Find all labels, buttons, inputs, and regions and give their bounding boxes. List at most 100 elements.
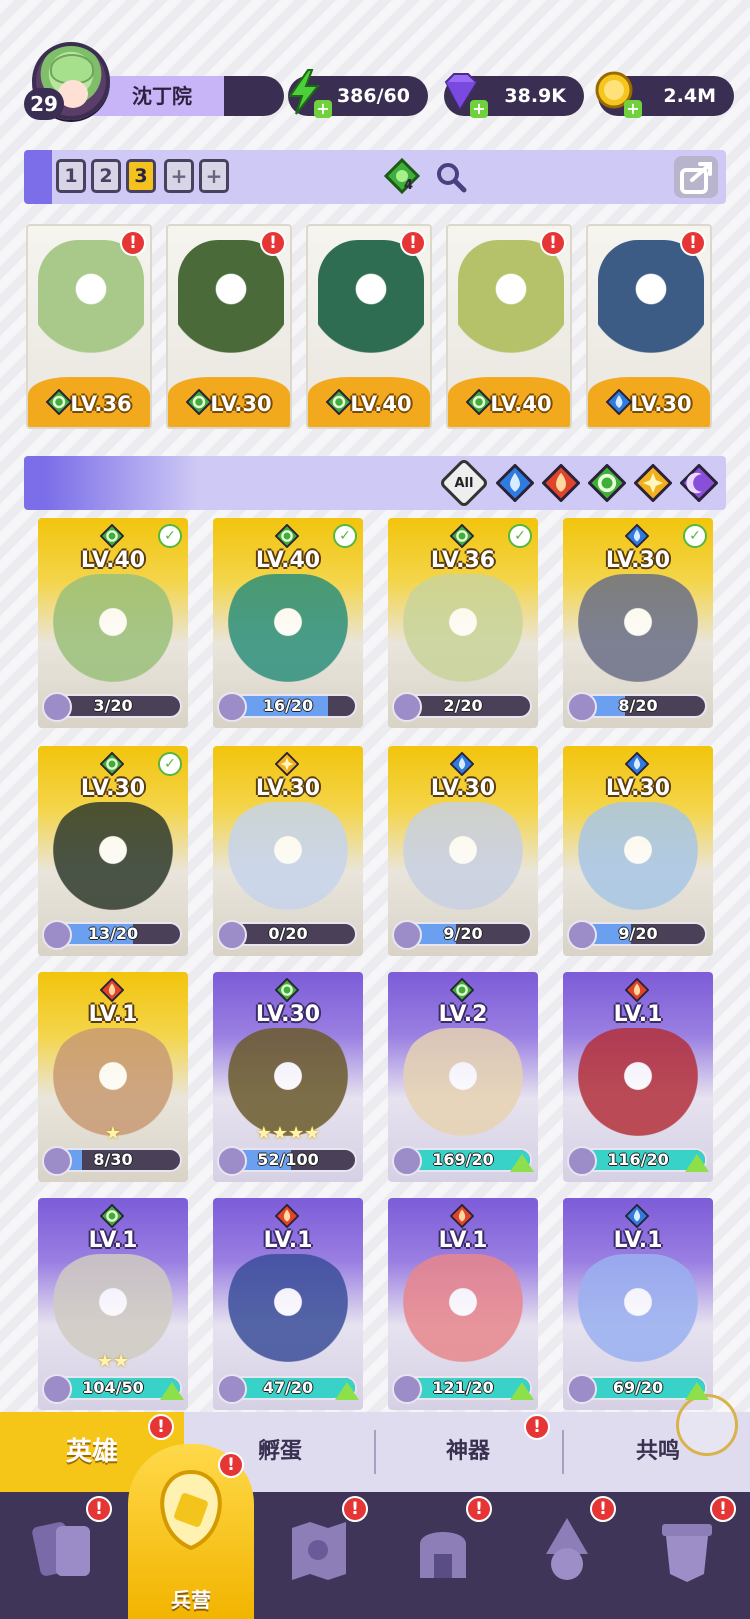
gem-counter[interactable]: + 38.9K bbox=[444, 73, 584, 118]
team-hero-slot[interactable]: LV.40! bbox=[446, 224, 572, 429]
hero-level: LV.30 bbox=[80, 776, 146, 801]
light-element-icon bbox=[633, 463, 673, 503]
nav-cards-alert-badge: ! bbox=[86, 1496, 112, 1522]
castle-icon bbox=[420, 1532, 466, 1578]
hero-card[interactable]: LV.1 121/20 bbox=[388, 1198, 538, 1410]
gem-add-icon[interactable]: + bbox=[470, 100, 488, 118]
team-tab-2[interactable]: 2 bbox=[91, 159, 121, 193]
nav-wizard[interactable]: ! bbox=[504, 1492, 630, 1619]
hero-shard-icon bbox=[42, 920, 72, 950]
filter-water-button[interactable] bbox=[495, 463, 535, 503]
hero-shard-icon bbox=[567, 692, 597, 722]
nav-barracks-label: 兵营 bbox=[171, 1588, 211, 1612]
team-element-gem-icon[interactable] bbox=[384, 158, 420, 196]
sub-tab-bar: 英雄 ! 孵蛋 神器 ! 共鸣 bbox=[0, 1412, 750, 1492]
team-tab-3[interactable]: 3 bbox=[126, 159, 156, 193]
share-button[interactable] bbox=[674, 156, 718, 198]
hero-card[interactable]: LV.1 ★ 8/30 bbox=[38, 972, 188, 1182]
hero-portrait bbox=[318, 240, 424, 380]
hero-card[interactable]: LV.1 69/20 bbox=[563, 1198, 713, 1410]
hero-portrait bbox=[458, 240, 564, 380]
tab-divider bbox=[562, 1430, 564, 1474]
gem-value: 38.9K bbox=[504, 85, 566, 107]
wind-element-icon bbox=[100, 1204, 124, 1228]
filter-wind-button[interactable] bbox=[587, 463, 627, 503]
light-element-icon bbox=[275, 752, 299, 776]
wind-element-icon bbox=[587, 463, 627, 503]
hero-card[interactable]: LV.30 0/20 bbox=[213, 746, 363, 956]
nav-castle[interactable]: ! bbox=[380, 1492, 506, 1619]
fire-element-icon bbox=[625, 978, 649, 1002]
team-hero-alert-badge: ! bbox=[120, 230, 146, 256]
team-hero-slot[interactable]: LV.36! bbox=[26, 224, 152, 429]
upgrade-arrow-icon bbox=[160, 1382, 184, 1400]
team-add-button-2[interactable]: + bbox=[199, 159, 229, 193]
hero-shard-icon bbox=[392, 920, 422, 950]
hero-card[interactable]: LV.1 ★★ 104/50 bbox=[38, 1198, 188, 1410]
energy-add-icon[interactable]: + bbox=[314, 100, 332, 118]
barracks-icon bbox=[160, 1469, 222, 1551]
top-bar: 29 沈丁院 + 386/60 + 38.9K + 2.4M bbox=[24, 42, 734, 122]
upgrade-arrow-icon bbox=[685, 1154, 709, 1172]
fire-element-icon bbox=[541, 463, 581, 503]
hero-level: LV.1 bbox=[88, 1002, 138, 1027]
nav-barracks[interactable]: 兵营 ! bbox=[128, 1444, 254, 1619]
upgrade-arrow-icon bbox=[685, 1382, 709, 1400]
hero-portrait bbox=[400, 574, 526, 694]
hero-level: LV.30 bbox=[430, 776, 496, 801]
team-hero-slot[interactable]: LV.30! bbox=[586, 224, 712, 429]
gold-add-icon[interactable]: + bbox=[624, 100, 642, 118]
player-name: 沈丁院 bbox=[84, 76, 284, 116]
hero-level: LV.30 bbox=[255, 1002, 321, 1027]
team-add-button-1[interactable]: + bbox=[164, 159, 194, 193]
bottom-nav: ! 兵营 ! ! ! ! ! bbox=[0, 1444, 750, 1619]
nav-guild[interactable]: ! bbox=[624, 1492, 750, 1619]
team-tab-1[interactable]: 1 bbox=[56, 159, 86, 193]
team-gem-count: 4 bbox=[404, 178, 414, 193]
hero-card[interactable]: LV.1 116/20 bbox=[563, 972, 713, 1182]
hero-card[interactable]: LV.1 47/20 bbox=[213, 1198, 363, 1410]
team-hero-slot[interactable]: LV.30! bbox=[166, 224, 292, 429]
gold-counter[interactable]: + 2.4M bbox=[595, 71, 734, 118]
fire-element-icon bbox=[450, 1204, 474, 1228]
nav-guild-alert-badge: ! bbox=[710, 1496, 736, 1522]
hero-portrait bbox=[50, 574, 176, 694]
cards-icon bbox=[32, 1522, 90, 1576]
nav-map[interactable]: ! bbox=[256, 1492, 382, 1619]
hero-shard-icon bbox=[567, 920, 597, 950]
team-hero-slot[interactable]: LV.40! bbox=[306, 224, 432, 429]
filter-all-label: All bbox=[454, 476, 474, 491]
share-icon bbox=[680, 162, 712, 194]
hero-card[interactable]: LV.30 9/20 bbox=[563, 746, 713, 956]
hero-card[interactable]: LV.30 ✓ 8/20 bbox=[563, 518, 713, 728]
floating-compass-button[interactable] bbox=[676, 1394, 738, 1456]
hero-card[interactable]: LV.40 ✓ 16/20 bbox=[213, 518, 363, 728]
guild-icon bbox=[662, 1524, 712, 1582]
search-icon[interactable] bbox=[434, 160, 468, 194]
hero-card[interactable]: LV.36 ✓ 2/20 bbox=[388, 518, 538, 728]
hero-shard-icon bbox=[42, 1374, 72, 1404]
nav-cards[interactable]: ! bbox=[0, 1492, 126, 1619]
upgrade-arrow-icon bbox=[510, 1382, 534, 1400]
wind-element-icon bbox=[100, 752, 124, 776]
wind-element-icon bbox=[450, 524, 474, 548]
hero-shard-icon bbox=[217, 692, 247, 722]
hero-card[interactable]: LV.30 ★★★★ 52/100 bbox=[213, 972, 363, 1182]
hero-card[interactable]: LV.2 169/20 bbox=[388, 972, 538, 1182]
hero-card[interactable]: LV.40 ✓ 3/20 bbox=[38, 518, 188, 728]
filter-fire-button[interactable] bbox=[541, 463, 581, 503]
in-team-check-icon: ✓ bbox=[508, 524, 532, 548]
energy-counter[interactable]: + 386/60 bbox=[288, 69, 428, 118]
dark-element-icon bbox=[679, 463, 719, 503]
hero-card[interactable]: LV.30 9/20 bbox=[388, 746, 538, 956]
hero-card[interactable]: LV.30 ✓ 13/20 bbox=[38, 746, 188, 956]
nav-map-alert-badge: ! bbox=[342, 1496, 368, 1522]
filter-dark-button[interactable] bbox=[679, 463, 719, 503]
filter-light-button[interactable] bbox=[633, 463, 673, 503]
fire-element-icon bbox=[275, 1204, 299, 1228]
nav-wizard-alert-badge: ! bbox=[590, 1496, 616, 1522]
energy-value: 386/60 bbox=[336, 85, 410, 107]
hero-shard-icon bbox=[42, 692, 72, 722]
hero-portrait bbox=[50, 802, 176, 922]
hero-portrait bbox=[225, 802, 351, 922]
